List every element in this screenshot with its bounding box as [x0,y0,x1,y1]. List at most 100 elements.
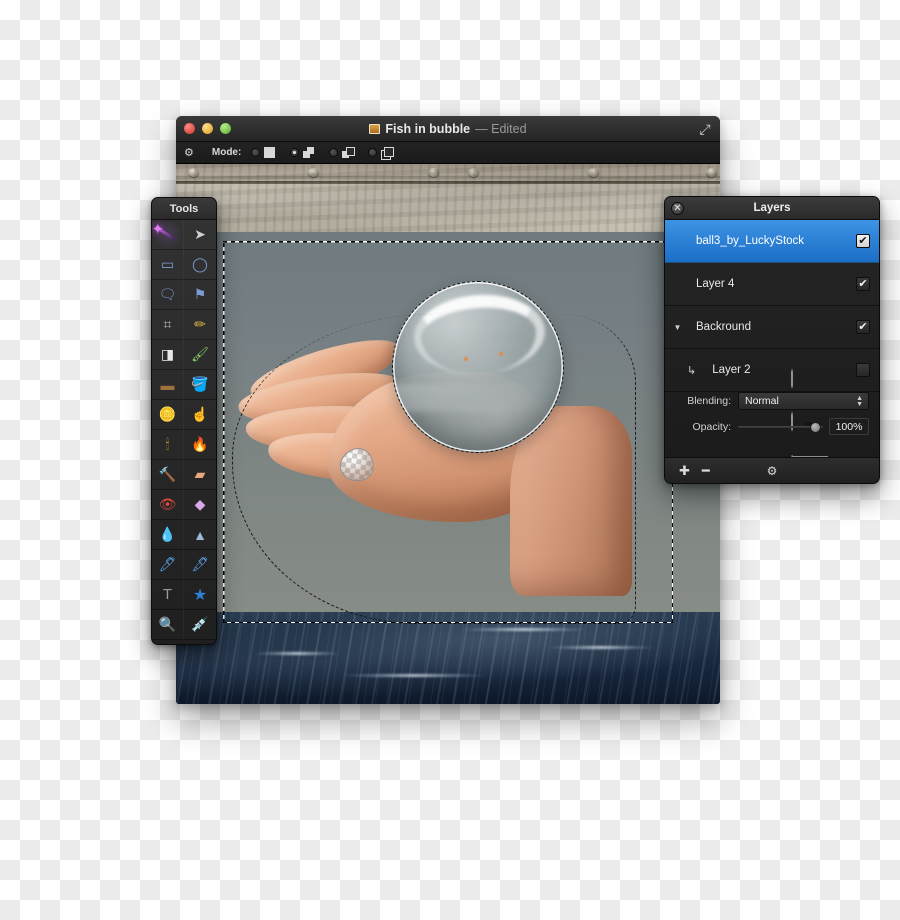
tools-palette: Tools ✦ ➤ ▭ ◯ 🗨 ⚑ ⌗ ✏ ◨ 🖌 ▬ 🪣 🪙 ☝ 🕯 🔥 🔨 … [151,197,217,645]
layer-visibility-checkbox[interactable]: ✔ [856,234,870,248]
tool-grid: ✦ ➤ ▭ ◯ 🗨 ⚑ ⌗ ✏ ◨ 🖌 ▬ 🪣 🪙 ☝ 🕯 🔥 🔨 ▰ 👁 ◆ … [152,220,216,640]
window-titlebar[interactable]: Fish in bubble — Edited ⤢ [176,116,720,142]
ocean-water [176,612,720,704]
add-layer-button[interactable]: ✚ [673,463,696,479]
water-drop-icon: 💧 [158,526,177,542]
image-editor-window: Fish in bubble — Edited ⤢ ⚙ Mode: [176,116,720,704]
clone-stamp-tool[interactable]: 🔨 [152,460,184,490]
zoom-tool[interactable]: 🔍 [152,610,184,640]
pen-icon: 🖋 [191,556,209,572]
rivet [706,168,717,177]
mode-add-to-selection[interactable] [290,147,319,158]
slider-knob[interactable] [810,421,821,433]
layer-options-gear-icon[interactable]: ⚙ [767,464,778,478]
wall-background [176,164,720,234]
group-disclosure-triangle[interactable]: ▼ [672,323,683,332]
layer-visibility-checkbox[interactable]: ✔ [856,277,870,291]
polygonal-lasso-icon: ⚑ [193,286,207,302]
layer-name: Backround [696,321,751,333]
blur-tool[interactable]: 🔥 [184,430,216,460]
type-icon: T [162,586,173,603]
sphere-spark [498,351,503,356]
magnifier-icon: 🔍 [158,616,177,632]
move-tool[interactable]: ➤ [184,220,216,250]
mode-new-selection[interactable] [251,147,280,158]
magic-wand-icon: ✦ [152,221,181,246]
layer-thumbnail [683,275,813,431]
red-eye-tool[interactable]: 👁 [152,490,184,520]
healing-brush-icon: ▰ [194,466,206,482]
layer-row[interactable]: ball3_by_LuckyStock ✔ [665,220,879,388]
eyedropper-tool[interactable]: 💉 [184,610,216,640]
rivet [588,168,599,177]
gear-icon[interactable]: ⚙ [184,146,194,159]
foam-crest [545,646,656,649]
lasso-tool[interactable]: 🗨 [152,280,184,310]
close-icon[interactable]: ✕ [671,202,684,215]
healing-brush-tool[interactable]: ▰ [184,460,216,490]
eyedropper-icon: 💉 [191,616,209,632]
water-drop-tool[interactable]: 💧 [152,520,184,550]
pen-tool[interactable]: 🖋 [184,550,216,580]
mode-subtract-from-selection[interactable] [329,147,358,158]
rectangular-marquee-tool[interactable]: ▭ [152,250,184,280]
brush-icon: 🖊 [158,556,177,572]
lasso-icon: 🗨 [158,286,177,302]
paint-bucket-icon: 🪣 [191,376,209,392]
expand-icon[interactable]: ⤢ [697,121,713,137]
layers-panel: ✕ Layers ball3_by_LuckyStock ✔ Layer 4 ✔… [664,196,880,484]
pencil-tool[interactable]: ✏ [184,310,216,340]
crop-tool[interactable]: ⌗ [152,310,184,340]
paintbrush-icon: 🖌 [191,346,209,362]
paintbrush-tool[interactable]: 🖌 [184,340,216,370]
star-shape-icon: ★ [192,586,208,604]
layer-row[interactable]: ↳ Layer 2 [665,349,879,392]
gradient-tool[interactable]: ▬ [152,370,184,400]
shape-tool[interactable]: ★ [184,580,216,610]
dodge-icon: 🪙 [158,406,177,422]
elliptical-marquee-tool[interactable]: ◯ [184,250,216,280]
minimize-button[interactable] [202,123,213,134]
layer-visibility-checkbox[interactable] [856,363,870,377]
blending-row: Blending: Normal ▲ ▼ [675,392,869,410]
polygonal-lasso-tool[interactable]: ⚑ [184,280,216,310]
mode-intersect-selection[interactable] [368,147,397,160]
eraser-tool[interactable]: ◨ [152,340,184,370]
window-title: Fish in bubble — Edited [176,122,720,136]
red-eye-icon: 👁 [158,496,177,512]
brush-tool[interactable]: 🖊 [152,550,184,580]
tools-palette-title: Tools [152,198,216,220]
magic-wand-tool[interactable]: ✦ [152,220,184,250]
layer-row[interactable]: ▼ Backround ✔ [665,306,879,474]
cone-gradient-tool[interactable]: ▲ [184,520,216,550]
close-button[interactable] [184,123,195,134]
elliptical-marquee-icon: ◯ [192,256,208,272]
remove-layer-button[interactable]: ━ [696,463,716,479]
smudge-tool[interactable]: ☝ [184,400,216,430]
tool-options-bar: ⚙ Mode: [176,142,720,164]
image-canvas[interactable] [176,164,720,704]
glass-sphere [392,281,564,453]
blending-mode-select[interactable]: Normal ▲ ▼ [738,392,869,410]
opacity-slider[interactable] [738,419,823,435]
gradient-icon: ▬ [160,376,175,393]
type-tool[interactable]: T [152,580,184,610]
blending-label: Blending: [687,395,731,407]
layer-visibility-checkbox[interactable]: ✔ [856,320,870,334]
sharpen-tool[interactable]: ◆ [184,490,216,520]
paint-bucket-tool[interactable]: 🪣 [184,370,216,400]
stepper-icon[interactable]: ▲ ▼ [856,395,863,408]
beam-line [176,181,720,184]
mode-radio[interactable] [329,148,339,157]
layer-row[interactable]: Layer 4 ✔ [665,263,879,431]
opacity-value[interactable]: 100% [829,418,869,435]
dodge-tool[interactable]: 🪙 [152,400,184,430]
mode-radio[interactable] [368,148,378,157]
zoom-button[interactable] [220,123,231,134]
window-title-text: Fish in bubble [385,121,471,136]
mode-radio[interactable] [290,148,300,157]
sharpen-icon: ◆ [194,496,206,512]
burn-tool[interactable]: 🕯 [152,430,184,460]
opacity-label: Opacity: [692,420,731,433]
mode-radio[interactable] [251,148,261,157]
